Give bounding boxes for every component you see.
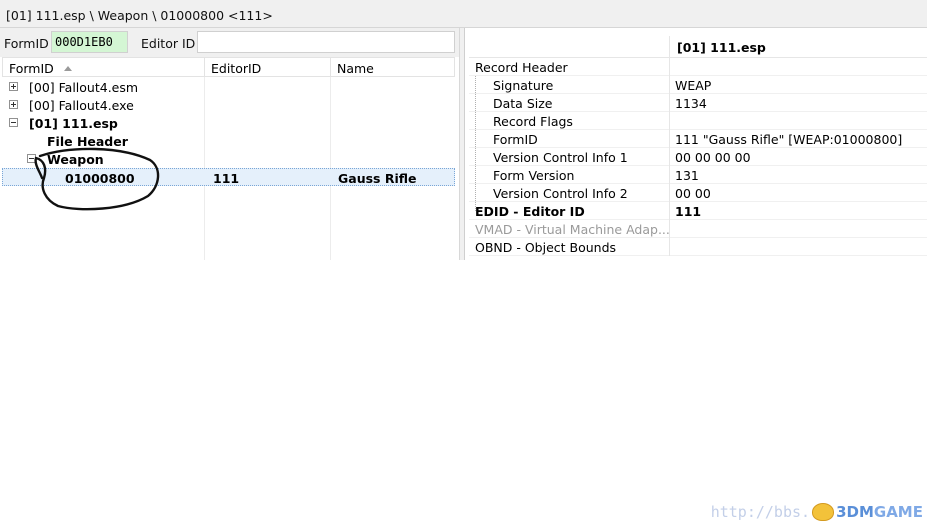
tree-node-file-header[interactable]: File Header <box>2 132 455 150</box>
column-divider <box>669 58 670 76</box>
detail-row-version-control-2[interactable]: Version Control Info 2 00 00 <box>469 184 927 202</box>
detail-row-record-header[interactable]: Record Header <box>469 58 927 76</box>
record-path-bar: [01] 111.esp \ Weapon \ 01000800 <111> <box>0 0 927 28</box>
column-divider <box>669 202 670 220</box>
expand-plus-icon[interactable] <box>9 100 18 109</box>
filter-bar: FormID 000D1EB0 Editor ID <box>0 28 459 57</box>
tree-node-fallout4-exe[interactable]: [00] Fallout4.exe <box>2 96 455 114</box>
detail-key: Version Control Info 2 <box>493 186 628 201</box>
detail-row-signature[interactable]: Signature WEAP <box>469 76 927 94</box>
tree-node-label: [00] Fallout4.esm <box>29 80 139 95</box>
watermark-url: http://bbs. <box>710 503 811 521</box>
detail-row-vmad[interactable]: VMAD - Virtual Machine Adap... <box>469 220 927 238</box>
detail-value: 00 00 00 00 <box>675 150 751 165</box>
column-divider <box>669 130 670 148</box>
editorid-filter-label: Editor ID <box>141 36 196 51</box>
collapse-minus-icon[interactable] <box>9 118 18 127</box>
formid-filter-input[interactable]: 000D1EB0 <box>51 31 128 53</box>
tree-node-editorid: 111 <box>213 171 240 186</box>
expand-plus-icon[interactable] <box>9 82 18 91</box>
detail-key: FormID <box>493 132 538 147</box>
details-plugin-title: [01] 111.esp <box>677 40 766 55</box>
record-details-pane: [01] 111.esp Record Header Signature WEA… <box>464 28 927 260</box>
tree-column-header: FormID EditorID Name <box>2 57 455 77</box>
tree-node-label: Weapon <box>47 152 104 167</box>
detail-value: 1134 <box>675 96 707 111</box>
tree-node-fallout4-esm[interactable]: [00] Fallout4.esm <box>2 78 455 96</box>
record-tree: [00] Fallout4.esm [00] Fallout4.exe [01]… <box>2 77 455 260</box>
details-header: [01] 111.esp <box>469 36 927 58</box>
mascot-icon <box>812 503 835 521</box>
tree-node-label: [00] Fallout4.exe <box>29 98 134 113</box>
detail-key: Version Control Info 1 <box>493 150 628 165</box>
column-divider <box>669 76 670 94</box>
sort-ascending-icon <box>63 66 72 71</box>
tree-node-label: [01] 111.esp <box>29 116 118 131</box>
tree-node-weapon[interactable]: Weapon <box>2 150 455 168</box>
collapse-minus-icon[interactable] <box>27 154 36 163</box>
tree-node-formid: 01000800 <box>65 171 135 186</box>
tree-node-111-esp[interactable]: [01] 111.esp <box>2 114 455 132</box>
detail-row-data-size[interactable]: Data Size 1134 <box>469 94 927 112</box>
detail-row-record-flags[interactable]: Record Flags <box>469 112 927 130</box>
detail-row-version-control-1[interactable]: Version Control Info 1 00 00 00 00 <box>469 148 927 166</box>
detail-row-edid[interactable]: EDID - Editor ID 111 <box>469 202 927 220</box>
column-divider <box>669 94 670 112</box>
detail-value: 00 00 <box>675 186 711 201</box>
detail-value: 111 <box>675 204 702 219</box>
site-watermark: http://bbs. 3DMGAME <box>711 503 923 521</box>
column-divider <box>669 148 670 166</box>
detail-row-formid[interactable]: FormID 111 "Gauss Rifle" [WEAP:01000800] <box>469 130 927 148</box>
tree-node-record-selected[interactable]: 01000800 111 Gauss Rifle <box>2 168 455 186</box>
detail-key: OBND - Object Bounds <box>475 240 617 255</box>
detail-row-form-version[interactable]: Form Version 131 <box>469 166 927 184</box>
detail-key: Data Size <box>493 96 553 111</box>
detail-key: Form Version <box>493 168 575 183</box>
column-header-name[interactable]: Name <box>331 58 456 77</box>
editorid-filter-input[interactable] <box>197 31 455 53</box>
detail-value: WEAP <box>675 78 712 93</box>
tree-node-name: Gauss Rifle <box>338 171 417 186</box>
detail-value: 131 <box>675 168 699 183</box>
column-header-formid-label: FormID <box>9 61 54 76</box>
detail-key: EDID - Editor ID <box>475 204 585 219</box>
formid-filter-label: FormID <box>4 36 49 51</box>
detail-value: 111 "Gauss Rifle" [WEAP:01000800] <box>675 132 903 147</box>
navigation-pane: FormID 000D1EB0 Editor ID FormID EditorI… <box>0 28 459 260</box>
column-divider <box>669 112 670 130</box>
detail-row-obnd[interactable]: OBND - Object Bounds <box>469 238 927 256</box>
watermark-brand-b: GAME <box>873 503 923 521</box>
record-path-text: [01] 111.esp \ Weapon \ 01000800 <111> <box>6 8 273 23</box>
column-header-formid[interactable]: FormID <box>3 58 205 77</box>
tree-node-label: File Header <box>47 134 128 149</box>
detail-key: Record Header <box>475 60 568 75</box>
watermark-brand-a: 3DM <box>836 503 874 521</box>
detail-key: VMAD - Virtual Machine Adap... <box>475 222 670 237</box>
detail-key: Record Flags <box>493 114 573 129</box>
column-divider <box>669 36 670 58</box>
detail-key: Signature <box>493 78 554 93</box>
column-divider <box>669 166 670 184</box>
column-divider <box>669 238 670 256</box>
column-divider <box>669 184 670 202</box>
column-header-editorid[interactable]: EditorID <box>205 58 331 77</box>
